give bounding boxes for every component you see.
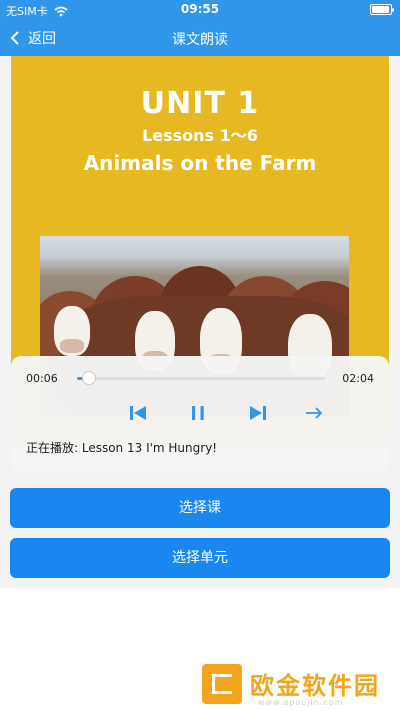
battery-icon — [370, 4, 394, 15]
next-button[interactable] — [247, 402, 271, 424]
status-time: 09:55 — [180, 2, 220, 16]
previous-icon — [130, 406, 146, 420]
page-title: 课文朗读 — [172, 32, 228, 48]
progress-knob[interactable] — [82, 371, 97, 385]
app-header: 无SIM卡 09:55 返回 课文朗读 — [0, 0, 400, 56]
previous-button[interactable] — [127, 402, 151, 424]
cover-title: Animals on the Farm — [83, 151, 317, 175]
progress-track[interactable] — [77, 371, 325, 385]
pause-icon — [192, 406, 204, 420]
total-time: 02:04 — [342, 372, 374, 385]
next-icon — [250, 406, 266, 420]
cover-lessons: Lessons 1～6 — [142, 126, 258, 145]
watermark-logo — [202, 664, 242, 704]
status-bar: 无SIM卡 09:55 — [0, 0, 400, 20]
select-lesson-button[interactable]: 选择课 — [10, 488, 390, 528]
now-playing-label: 正在播放: Lesson 13 I'm Hungry! — [26, 441, 218, 455]
watermark-brand: 欧金软件园 — [250, 672, 380, 700]
nav-bar: 返回 课文朗读 — [0, 22, 400, 56]
watermark-url: www.apoujin.com — [258, 698, 344, 707]
audio-player: 00:06 02:04 正在播放: Lesson 13 I'm Hungry! — [11, 356, 389, 472]
forward-button[interactable] — [303, 402, 327, 424]
cover-unit: UNIT 1 — [140, 86, 260, 121]
elapsed-time: 00:06 — [26, 372, 58, 385]
arrow-right-icon — [306, 407, 323, 419]
select-unit-button[interactable]: 选择单元 — [10, 538, 390, 578]
playback-controls — [11, 402, 389, 424]
pause-button[interactable] — [187, 402, 211, 424]
